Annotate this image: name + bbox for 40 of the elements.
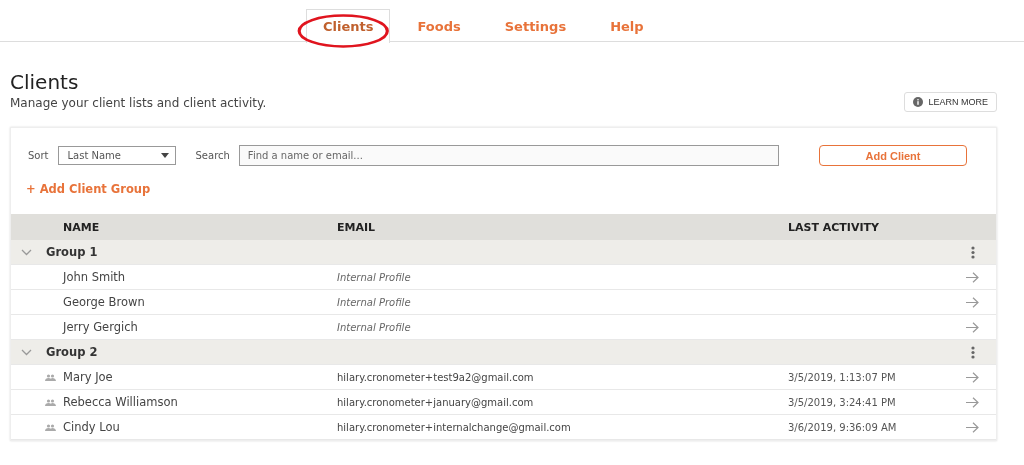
page-subtitle: Manage your client lists and client activity.: [10, 96, 267, 110]
client-email: Internal Profile: [337, 321, 412, 333]
page-title: Clients: [10, 70, 80, 94]
group-name: Group 2: [46, 345, 99, 359]
arrow-right-icon[interactable]: [966, 371, 979, 383]
client-email: Internal Profile: [337, 271, 412, 283]
learn-more-button[interactable]: LEARN MORE: [904, 92, 997, 112]
sort-label: Sort: [28, 150, 49, 161]
arrow-right-icon[interactable]: [966, 271, 979, 283]
client-email: hilary.cronometer+test9a2@gmail.com: [337, 371, 535, 383]
group-name: Group 1: [46, 245, 99, 259]
client-name[interactable]: Cindy Lou: [63, 420, 337, 434]
arrow-right-icon[interactable]: [966, 396, 979, 408]
arrow-right-icon[interactable]: [966, 321, 979, 333]
client-name[interactable]: Jerry Gergich: [63, 320, 337, 334]
dropdown-caret-icon: [160, 153, 169, 158]
sort-dropdown[interactable]: Last Name: [57, 146, 176, 165]
search-label: Search: [195, 150, 230, 161]
info-icon: [913, 97, 924, 107]
client-email: Internal Profile: [337, 296, 412, 308]
client-name[interactable]: John Smith: [63, 270, 337, 284]
client-name[interactable]: Rebecca Williamson: [63, 395, 337, 409]
column-header: NAME: [63, 220, 101, 234]
last-activity: 3/5/2019, 3:24:41 PM: [788, 396, 897, 408]
last-activity: 3/6/2019, 9:36:09 AM: [788, 421, 898, 433]
last-activity: 3/5/2019, 1:13:07 PM: [788, 371, 897, 383]
more-options-icon[interactable]: [971, 345, 975, 359]
chevron-icon[interactable]: [21, 248, 32, 256]
search-field[interactable]: Find a name or email...: [238, 145, 779, 166]
client-email: hilary.cronometer+internalchange@gmail.com: [337, 421, 572, 433]
client-name[interactable]: George Brown: [63, 295, 337, 309]
column-header: EMAIL: [337, 220, 377, 234]
column-header: LAST ACTIVITY: [788, 220, 881, 234]
chevron-icon[interactable]: [21, 348, 32, 356]
more-options-icon[interactable]: [971, 245, 975, 259]
client-name[interactable]: Mary Joe: [63, 370, 337, 384]
nav-tab[interactable]: Clients: [306, 9, 391, 43]
client-email: hilary.cronometer+january@gmail.com: [337, 396, 535, 408]
arrow-right-icon[interactable]: [966, 296, 979, 308]
arrow-right-icon[interactable]: [966, 421, 979, 433]
